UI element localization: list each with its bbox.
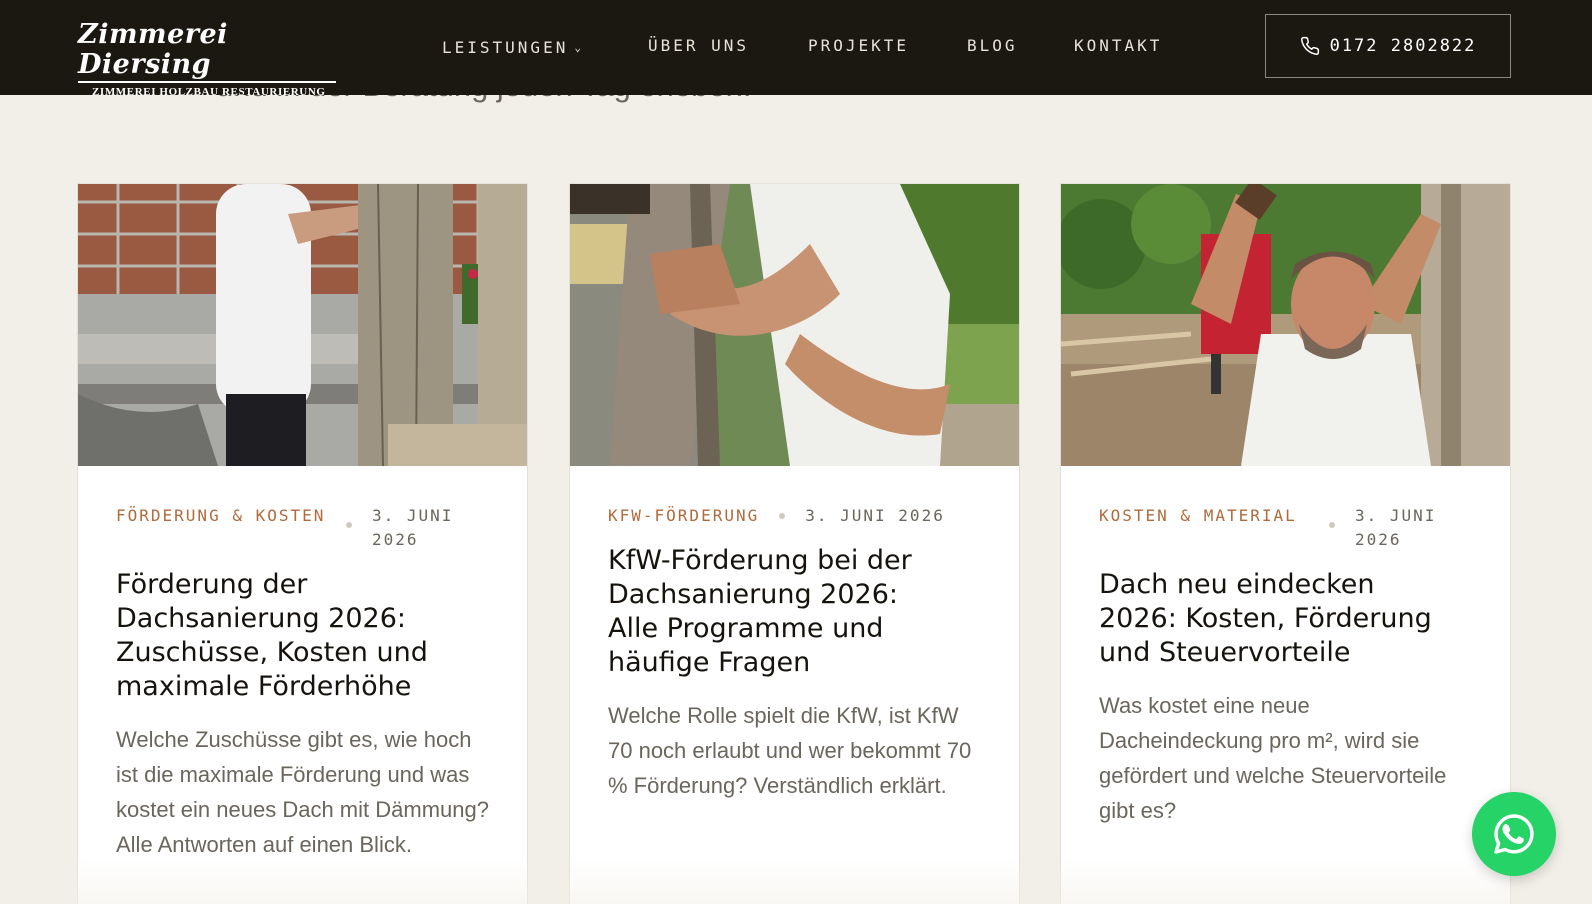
post-title[interactable]: Förderung der Dachsanierung 2026: Zuschü… — [116, 568, 489, 704]
post-image[interactable] — [78, 184, 527, 466]
nav-label: LEISTUNGEN — [442, 38, 569, 57]
logo-wordmark: Zimmerei Diersing — [78, 19, 228, 80]
meta-separator — [779, 513, 786, 519]
logo-rule — [78, 81, 336, 83]
post-category[interactable]: FÖRDERUNG & KOSTEN — [116, 504, 326, 528]
post-title[interactable]: Dach neu eindecken 2026: Kosten, Förderu… — [1099, 568, 1449, 670]
post-image[interactable] — [570, 184, 1019, 466]
phone-number: 0172 2802822 — [1329, 36, 1477, 56]
nav-item-kontakt[interactable]: KONTAKT — [1074, 36, 1162, 55]
phone-button[interactable]: 0172 2802822 — [1265, 14, 1511, 78]
post-excerpt: Welche Rolle spielt die KfW, ist KfW 70 … — [608, 703, 972, 798]
post-category[interactable]: KFW-FÖRDERUNG — [608, 504, 759, 528]
post-image[interactable] — [1061, 184, 1510, 466]
phone-icon — [1300, 36, 1319, 55]
post-date: 3. JUNI 2026 — [372, 506, 454, 549]
nav-item-projekte[interactable]: PROJEKTE — [808, 36, 909, 55]
nav-item-leistungen[interactable]: LEISTUNGEN ⌄ — [442, 38, 581, 57]
whatsapp-icon — [1494, 814, 1534, 854]
blog-card[interactable]: FÖRDERUNG & KOSTEN 3. JUNI 2026 Förderun… — [77, 183, 528, 904]
blog-card[interactable]: KFW-FÖRDERUNG 3. JUNI 2026 KfW-Förderung… — [569, 183, 1020, 904]
post-excerpt: Welche Zuschüsse gibt es, wie hoch ist d… — [116, 727, 489, 857]
post-excerpt: Was kostet eine neue Dacheindeckung pro … — [1099, 693, 1447, 823]
blog-card[interactable]: KOSTEN & MATERIAL 3. JUNI 2026 Dach neu … — [1060, 183, 1511, 904]
meta-separator — [1329, 522, 1335, 528]
site-header: Zimmerei Diersing ZIMMEREI HOLZBAU RESTA… — [0, 0, 1592, 98]
meta-separator — [346, 522, 352, 528]
whatsapp-button[interactable] — [1472, 792, 1556, 876]
site-logo[interactable]: Zimmerei Diersing ZIMMEREI HOLZBAU RESTA… — [78, 20, 340, 98]
post-date: 3. JUNI 2026 — [805, 506, 945, 525]
nav-item-blog[interactable]: BLOG — [967, 36, 1018, 55]
post-meta: KOSTEN & MATERIAL 3. JUNI 2026 — [1099, 504, 1472, 552]
post-meta: KFW-FÖRDERUNG 3. JUNI 2026 — [608, 504, 981, 528]
nav-item-ueber-uns[interactable]: ÜBER UNS — [648, 36, 749, 55]
logo-tagline: ZIMMEREI HOLZBAU RESTAURIERUNG — [92, 86, 326, 98]
post-date: 3. JUNI 2026 — [1355, 506, 1437, 549]
post-meta: FÖRDERUNG & KOSTEN 3. JUNI 2026 — [116, 504, 489, 552]
post-title[interactable]: KfW-Förderung bei der Dachsanierung 2026… — [608, 544, 928, 680]
chevron-down-icon: ⌄ — [574, 41, 581, 54]
post-category[interactable]: KOSTEN & MATERIAL — [1099, 504, 1309, 528]
